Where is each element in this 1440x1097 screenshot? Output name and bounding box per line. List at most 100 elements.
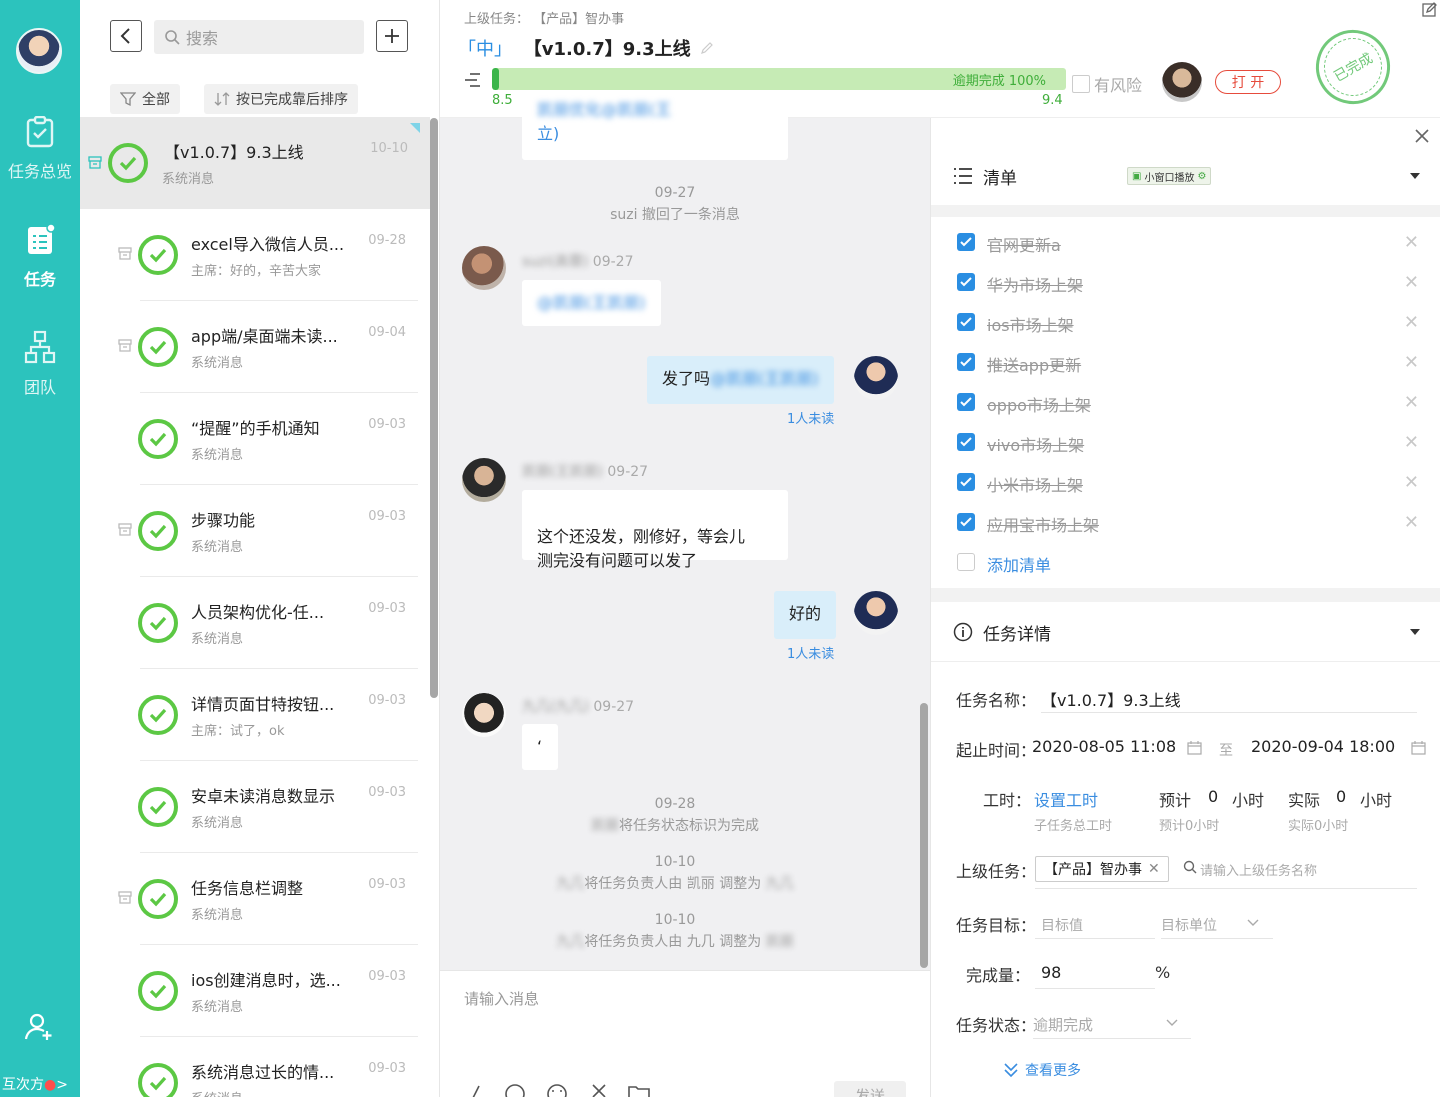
checked-checkbox[interactable] [957, 473, 975, 491]
parent-task-tag[interactable]: 【产品】智办事 ✕ [1035, 856, 1169, 882]
divider [931, 661, 1440, 662]
at-mention-icon[interactable] [504, 1083, 526, 1097]
completion-value[interactable]: 98 [1041, 963, 1061, 982]
checked-checkbox[interactable] [957, 433, 975, 451]
send-button[interactable]: 发送 [834, 1081, 906, 1097]
task-name-value[interactable]: 【v1.0.7】9.3上线 [1041, 687, 1181, 711]
message-mention[interactable]: @凯丽(王凯丽) [537, 293, 646, 312]
caret-down-icon[interactable] [1409, 628, 1421, 636]
chevron-down-icon[interactable] [1247, 919, 1259, 927]
task-list-item[interactable]: excel导入微信人员... 主席：好的，辛苦大家 09-28 [80, 209, 430, 301]
my-avatar[interactable] [854, 356, 898, 400]
checklist-item[interactable]: oppo市场上架 ✕ [931, 383, 1440, 423]
task-title[interactable]: 【v1.0.7】9.3上线 [524, 39, 691, 60]
estimate-value[interactable]: 0 [1208, 787, 1218, 806]
reopen-button[interactable]: 打 开 [1215, 70, 1281, 94]
checklist-item[interactable]: 华为市场上架 ✕ [931, 263, 1440, 303]
delete-item-icon[interactable]: ✕ [1404, 512, 1419, 533]
task-list-item[interactable]: “提醒”的手机通知 系统消息 09-03 [80, 393, 430, 485]
gantt-icon[interactable] [464, 72, 482, 88]
risk-checkbox[interactable]: 有风险 [1072, 72, 1142, 96]
delete-item-icon[interactable]: ✕ [1404, 472, 1419, 493]
close-icon[interactable] [1414, 128, 1430, 144]
folder-icon[interactable] [628, 1085, 650, 1097]
message-input[interactable]: 请输入消息 [464, 988, 539, 1009]
parent-task-input[interactable]: 请输入上级任务名称 [1200, 860, 1317, 879]
checklist-item[interactable]: ios市场上架 ✕ [931, 303, 1440, 343]
checklist-item[interactable]: 推送app更新 ✕ [931, 343, 1440, 383]
task-list-item[interactable]: 系统消息过长的情... 系统消息 09-03 [80, 1037, 430, 1097]
nav-bottom-link[interactable]: 互次方●> [2, 1074, 68, 1094]
checked-checkbox[interactable] [957, 233, 975, 251]
parent-task-breadcrumb[interactable]: 上级任务： 【产品】智办事 [464, 8, 624, 27]
task-list-item[interactable]: 详情页面甘特按钮... 主席：试了，ok 09-03 [80, 669, 430, 761]
remove-tag-icon[interactable]: ✕ [1148, 861, 1160, 877]
edit-pencil-icon[interactable] [700, 41, 714, 55]
goal-unit-select[interactable]: 目标单位 [1161, 915, 1217, 935]
checklist-item[interactable]: vivo市场上架 ✕ [931, 423, 1440, 463]
nav-overview[interactable]: 任务总览 [0, 116, 80, 182]
unread-status[interactable]: 1人未读 [787, 408, 834, 427]
calendar-icon[interactable] [1187, 740, 1202, 755]
slash-command-icon[interactable] [470, 1085, 482, 1097]
delete-item-icon[interactable]: ✕ [1404, 272, 1419, 293]
checked-checkbox[interactable] [957, 513, 975, 531]
delete-item-icon[interactable]: ✕ [1404, 432, 1419, 453]
sort-button[interactable]: 按已完成靠后排序 [204, 84, 358, 114]
sender-avatar[interactable] [462, 458, 506, 502]
checklist-item[interactable]: 官网更新a ✕ [931, 223, 1440, 263]
checklist-item[interactable]: 小米市场上架 ✕ [931, 463, 1440, 503]
note-edit-icon[interactable] [1422, 2, 1438, 18]
show-more-button[interactable]: 查看更多 [1003, 1060, 1081, 1080]
add-task-button[interactable] [376, 20, 408, 52]
task-list-item[interactable]: ios创建消息时，选... 系统消息 09-03 [80, 945, 430, 1037]
message-mention[interactable]: @凯丽(王凯丽) [710, 369, 819, 388]
task-list-item[interactable]: 步骤功能 系统消息 09-03 [80, 485, 430, 577]
goal-value-input[interactable]: 目标值 [1041, 915, 1083, 935]
task-list-item[interactable]: 安卓未读消息数显示 系统消息 09-03 [80, 761, 430, 853]
assignee-avatar[interactable] [1162, 62, 1202, 102]
mini-window-button[interactable]: ▣ 小窗口播放 ⚙ [1127, 167, 1212, 185]
estimate-unit: 小时 [1232, 791, 1265, 810]
start-time-value[interactable]: 2020-08-05 11:08 [1032, 737, 1176, 756]
task-list-item[interactable]: app端/桌面端未读... 系统消息 09-04 [80, 301, 430, 393]
filter-all-button[interactable]: 全部 [110, 84, 180, 114]
nav-tasks[interactable]: 任务 [0, 224, 80, 290]
checked-checkbox[interactable] [957, 273, 975, 291]
end-time-value[interactable]: 2020-09-04 18:00 [1251, 737, 1395, 756]
task-list-item[interactable]: 任务信息栏调整 系统消息 09-03 [80, 853, 430, 945]
sender-avatar[interactable] [462, 246, 506, 290]
delete-item-icon[interactable]: ✕ [1404, 232, 1419, 253]
add-member-icon[interactable] [24, 1012, 54, 1046]
task-list-item[interactable]: 【v1.0.7】9.3上线 系统消息 10-10 [80, 117, 430, 209]
chevron-down-icon[interactable] [1166, 1019, 1178, 1027]
details-header[interactable]: 任务详情 [931, 603, 1440, 661]
priority-tag[interactable]: 「中」 [458, 39, 512, 60]
my-avatar[interactable] [854, 591, 898, 635]
scissors-icon[interactable] [590, 1083, 608, 1097]
calendar-icon[interactable] [1411, 740, 1426, 755]
caret-down-icon[interactable] [1409, 172, 1421, 180]
add-checklist-row[interactable]: 添加清单 [931, 543, 1440, 583]
task-list-item[interactable]: 人员架构优化-任... 系统消息 09-03 [80, 577, 430, 669]
user-avatar[interactable] [16, 28, 62, 74]
checked-checkbox[interactable] [957, 393, 975, 411]
delete-item-icon[interactable]: ✕ [1404, 312, 1419, 333]
back-button[interactable] [110, 20, 142, 52]
search-input[interactable]: 搜索 [154, 20, 364, 54]
nav-team[interactable]: 团队 [0, 330, 80, 398]
checklist-header[interactable]: 清单 ▣ 小窗口播放 ⚙ [931, 147, 1440, 205]
delete-item-icon[interactable]: ✕ [1404, 392, 1419, 413]
status-select[interactable]: 逾期完成 [1033, 1014, 1093, 1035]
checklist-item[interactable]: 应用宝市场上架 ✕ [931, 503, 1440, 543]
checked-checkbox[interactable] [957, 353, 975, 371]
set-hours-link[interactable]: 设置工时 [1034, 787, 1098, 811]
sender-avatar[interactable] [462, 693, 506, 737]
checked-checkbox[interactable] [957, 313, 975, 331]
list-scrollbar[interactable] [430, 118, 438, 698]
emoji-icon[interactable] [546, 1083, 568, 1097]
actual-value[interactable]: 0 [1336, 787, 1346, 806]
unread-status[interactable]: 1人未读 [787, 643, 834, 662]
chat-scrollbar[interactable] [920, 703, 928, 968]
delete-item-icon[interactable]: ✕ [1404, 352, 1419, 373]
